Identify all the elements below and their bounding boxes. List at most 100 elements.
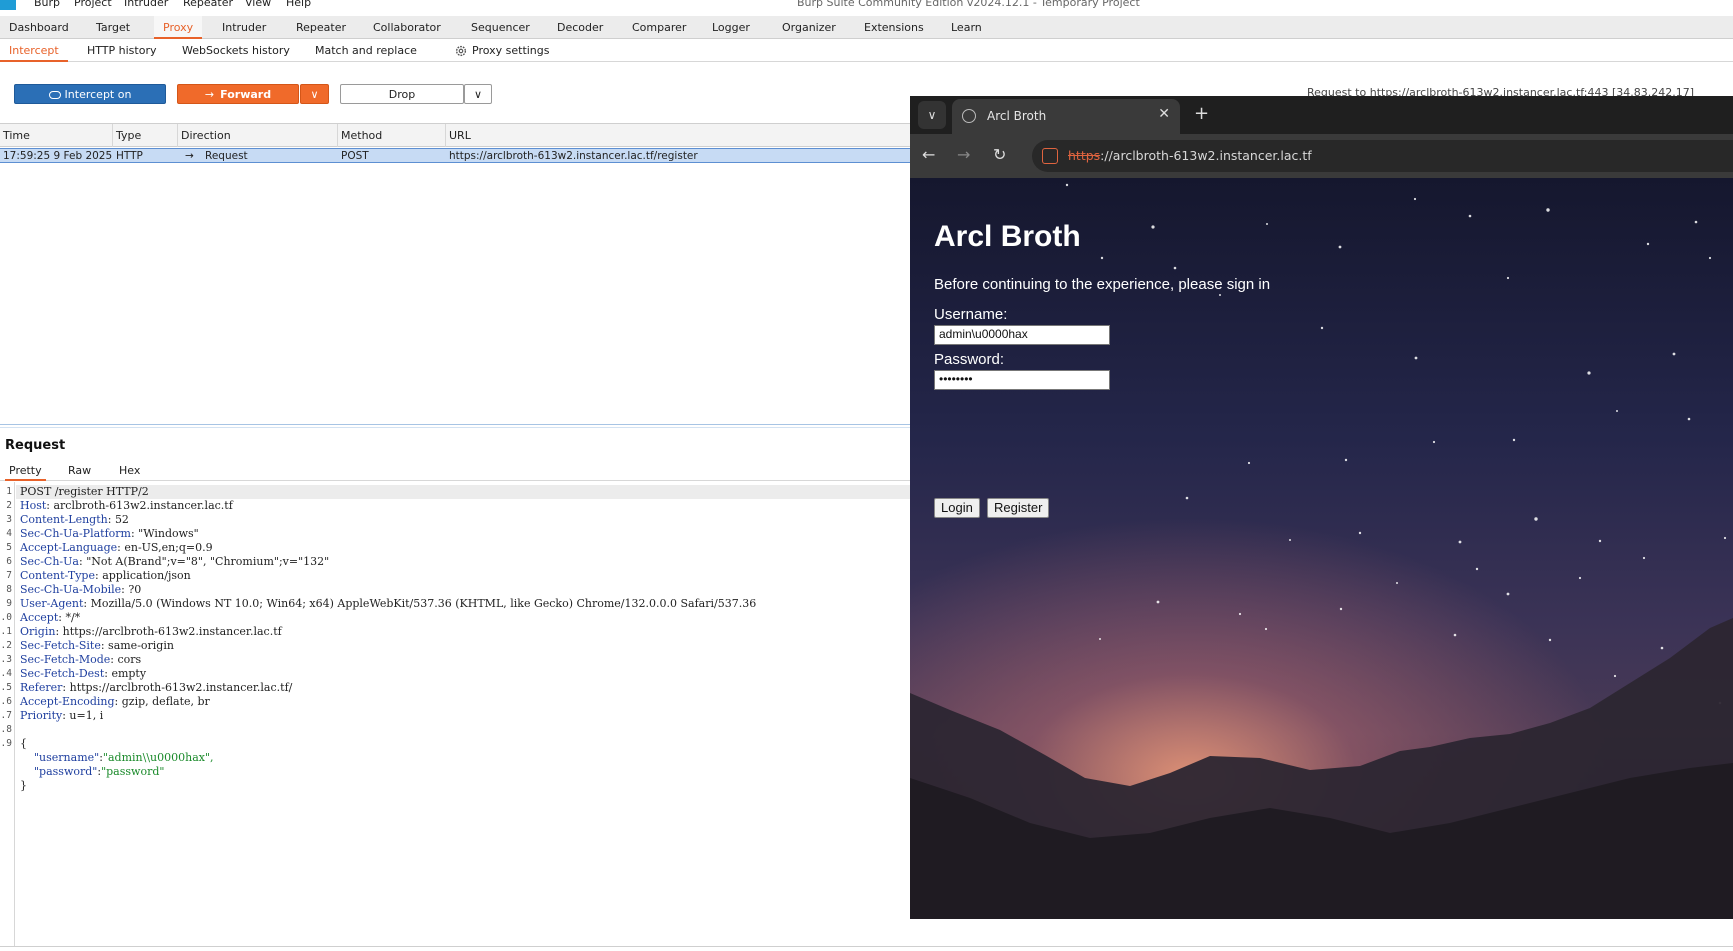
address-url: https://arclbroth-613w2.instancer.lac.tf [1068, 148, 1312, 163]
line-number: .2 [0, 640, 12, 651]
browser-tab-strip: ∨ Arcl Broth ✕ + [910, 96, 1733, 134]
tab-learn[interactable]: Learn [942, 16, 991, 39]
burp-logo-icon [0, 0, 16, 10]
line-number: .3 [0, 654, 12, 665]
window-title: Burp Suite Community Edition v2024.12.1 … [797, 0, 1140, 9]
line-number: .8 [0, 724, 12, 735]
header-value: ?0 [128, 583, 142, 596]
tab-search-button[interactable]: ∨ [918, 101, 946, 129]
request-line: POST /register HTTP/2 [16, 485, 910, 499]
header-line: Accept-Language: en-US,en;q=0.9 [20, 541, 213, 554]
header-line: Sec-Ch-Ua-Mobile: ?0 [20, 583, 142, 596]
subtab-match-and-replace[interactable]: Match and replace [306, 39, 426, 62]
menu-project[interactable]: Project [74, 0, 112, 9]
close-icon[interactable]: ✕ [1158, 106, 1170, 122]
new-tab-icon[interactable]: + [1194, 103, 1209, 124]
forward-arrow-icon[interactable]: → [957, 145, 970, 164]
menu-view[interactable]: View [245, 0, 271, 9]
table-row[interactable]: 17:59:25 9 Feb 2025 HTTP → Request POST … [0, 148, 910, 163]
header-line: Accept-Encoding: gzip, deflate, br [20, 695, 210, 708]
header-line: Priority: u=1, i [20, 709, 104, 722]
line-number: 2 [6, 500, 12, 511]
not-secure-icon[interactable] [1042, 148, 1058, 164]
proxy-settings-button[interactable]: Proxy settings [445, 39, 559, 62]
column-url[interactable]: URL [446, 124, 910, 147]
line-number: 3 [6, 514, 12, 525]
request-panel-title: Request [5, 438, 66, 453]
header-line: Referer: https://arclbroth-613w2.instanc… [20, 681, 293, 694]
menu-help[interactable]: Help [286, 0, 311, 9]
menu-burp[interactable]: Burp [34, 0, 60, 9]
tab-decoder[interactable]: Decoder [548, 16, 612, 39]
menu-intruder[interactable]: Intruder [124, 0, 168, 9]
column-direction[interactable]: Direction [178, 124, 338, 147]
header-key: Sec-Ch-Ua [20, 555, 79, 568]
line-number: .6 [0, 696, 12, 707]
tab-proxy[interactable]: Proxy [154, 16, 203, 39]
header-value: u=1, i [69, 709, 104, 722]
tab-extensions[interactable]: Extensions [855, 16, 933, 39]
json-value: "admin\\u0000hax", [102, 751, 214, 764]
header-key: Accept-Language [20, 541, 118, 554]
tab-intruder[interactable]: Intruder [213, 16, 275, 39]
column-time[interactable]: Time [0, 124, 113, 147]
header-value: "Not A(Brand";v="8", "Chromium";v="132" [86, 555, 330, 568]
header-key: Sec-Fetch-Site [20, 639, 101, 652]
password-input[interactable]: •••••••• [934, 370, 1110, 390]
tab-dashboard[interactable]: Dashboard [0, 16, 78, 39]
column-type[interactable]: Type [113, 124, 178, 147]
header-line: User-Agent: Mozilla/5.0 (Windows NT 10.0… [20, 597, 757, 610]
line-number: .1 [0, 626, 12, 637]
column-method[interactable]: Method [338, 124, 446, 147]
tab-logger[interactable]: Logger [703, 16, 759, 39]
tab-hex[interactable]: Hex [115, 461, 144, 481]
address-bar[interactable]: https://arclbroth-613w2.instancer.lac.tf [1032, 140, 1733, 172]
line-number: .9 [0, 738, 12, 749]
tab-raw[interactable]: Raw [64, 461, 95, 481]
browser-tab[interactable]: Arcl Broth ✕ [952, 99, 1180, 134]
header-value: Mozilla/5.0 (Windows NT 10.0; Win64; x64… [90, 597, 757, 610]
arrow-right-icon: → [204, 88, 215, 101]
line-number: .5 [0, 682, 12, 693]
row-type: HTTP [116, 150, 143, 162]
header-line: Sec-Ch-Ua: "Not A(Brand";v="8", "Chromiu… [20, 555, 330, 568]
drop-options-button[interactable]: ∨ [464, 84, 492, 104]
header-key: Sec-Fetch-Mode [20, 653, 111, 666]
subtab-http-history[interactable]: HTTP history [78, 39, 165, 62]
header-key: User-Agent [20, 597, 84, 610]
back-arrow-icon[interactable]: ← [922, 145, 935, 164]
tab-pretty[interactable]: Pretty [5, 461, 46, 481]
tab-sequencer[interactable]: Sequencer [462, 16, 539, 39]
system-menu-bar: Burp Project Intruder Repeater View Help… [0, 0, 1733, 16]
body-line: "username":"admin\\u0000hax", [34, 751, 214, 764]
main-tabs: Dashboard Target Proxy Intruder Repeater… [0, 16, 1733, 39]
menu-repeater[interactable]: Repeater [183, 0, 233, 9]
header-key: Content-Type [20, 569, 95, 582]
header-value: same-origin [108, 639, 174, 652]
request-editor[interactable]: 1 2 3 4 5 6 7 8 9 .0 .1 .2 .3 .4 .5 .6 .… [0, 482, 910, 951]
proxy-settings-label: Proxy settings [472, 44, 550, 57]
header-value: */* [65, 611, 81, 624]
tab-collaborator[interactable]: Collaborator [364, 16, 450, 39]
row-time: 17:59:25 9 Feb 2025 [3, 150, 113, 162]
header-value: gzip, deflate, br [121, 695, 210, 708]
tab-repeater[interactable]: Repeater [287, 16, 355, 39]
login-button[interactable]: Login [934, 498, 980, 518]
intercept-toggle-button[interactable]: Intercept on [14, 84, 166, 104]
forward-options-button[interactable]: ∨ [300, 84, 329, 104]
pane-splitter[interactable] [0, 424, 910, 428]
register-button[interactable]: Register [987, 498, 1050, 518]
drop-button[interactable]: Drop [340, 84, 464, 104]
page-subtitle: Before continuing to the experience, ple… [934, 276, 1271, 293]
username-input[interactable]: admin\u0000hax [934, 325, 1110, 345]
line-number: 7 [6, 570, 12, 581]
subtab-websockets-history[interactable]: WebSockets history [173, 39, 299, 62]
subtab-intercept[interactable]: Intercept [0, 39, 68, 62]
tab-target[interactable]: Target [87, 16, 139, 39]
body-close-brace: } [20, 779, 27, 792]
forward-button[interactable]: → Forward [177, 84, 299, 104]
tab-comparer[interactable]: Comparer [623, 16, 695, 39]
table-header: Time Type Direction Method URL [0, 123, 910, 147]
reload-icon[interactable]: ↻ [993, 145, 1006, 164]
tab-organizer[interactable]: Organizer [773, 16, 845, 39]
